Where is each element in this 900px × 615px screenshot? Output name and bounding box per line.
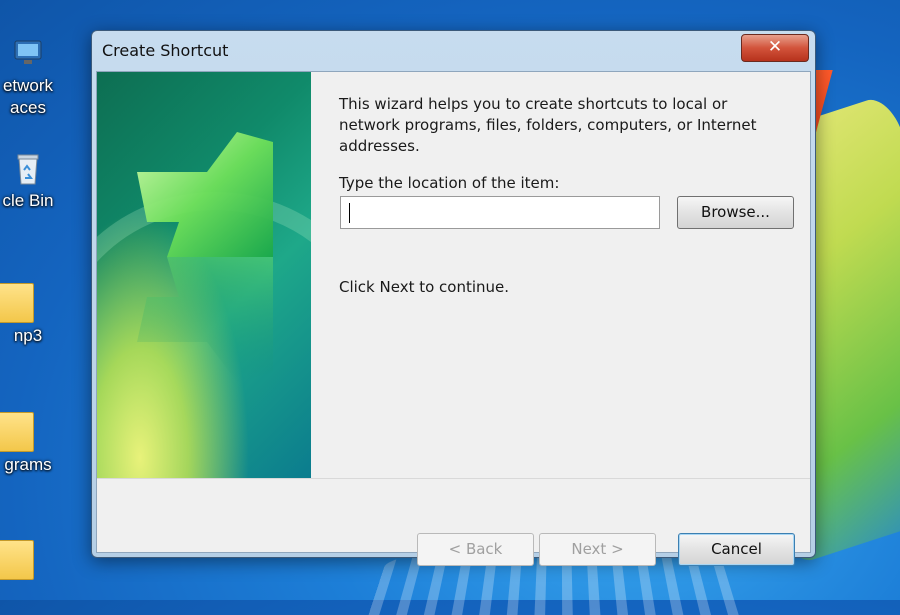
wizard-banner	[97, 72, 311, 478]
cancel-button[interactable]: Cancel	[678, 533, 795, 566]
recycle-bin-icon	[17, 154, 39, 185]
back-button[interactable]: < Back	[417, 533, 534, 566]
text-caret	[349, 203, 350, 223]
desktop-icon-folder[interactable]	[0, 540, 64, 582]
desktop-icon-label: np3	[13, 326, 43, 345]
next-button[interactable]: Next >	[539, 533, 656, 566]
folder-icon	[0, 540, 34, 580]
desktop-icon-label: etwork	[2, 76, 54, 95]
footer-separator	[97, 478, 810, 479]
close-button[interactable]: ✕	[741, 34, 809, 62]
desktop-icon-network[interactable]: etwork aces	[0, 35, 64, 119]
network-icon	[14, 40, 42, 64]
location-input[interactable]	[340, 196, 660, 229]
folder-icon	[0, 283, 34, 323]
desktop-icon-label: cle Bin	[2, 191, 54, 210]
dialog-client-area: This wizard helps you to create shortcut…	[96, 71, 811, 566]
location-label: Type the location of the item:	[339, 174, 560, 192]
dialog-title: Create Shortcut	[102, 41, 229, 60]
desktop-icon-mp3[interactable]: np3	[0, 283, 64, 347]
desktop-icon-programs[interactable]: grams	[0, 412, 64, 476]
close-icon: ✕	[767, 37, 783, 57]
title-bar[interactable]: Create Shortcut ✕	[92, 31, 815, 71]
desktop-icon-label-line2: aces	[10, 98, 46, 117]
wizard-content: This wizard helps you to create shortcut…	[311, 72, 810, 478]
desktop-icon-label: grams	[4, 455, 52, 474]
desktop-icon-recycle-bin[interactable]: cle Bin	[0, 150, 64, 212]
browse-button[interactable]: Browse...	[677, 196, 794, 229]
shortcut-arrow-icon	[137, 132, 273, 382]
create-shortcut-dialog: Create Shortcut ✕ This wizard helps you …	[91, 30, 816, 566]
folder-icon	[0, 412, 34, 452]
continue-hint: Click Next to continue.	[339, 278, 510, 296]
wizard-intro-text: This wizard helps you to create shortcut…	[339, 95, 757, 155]
